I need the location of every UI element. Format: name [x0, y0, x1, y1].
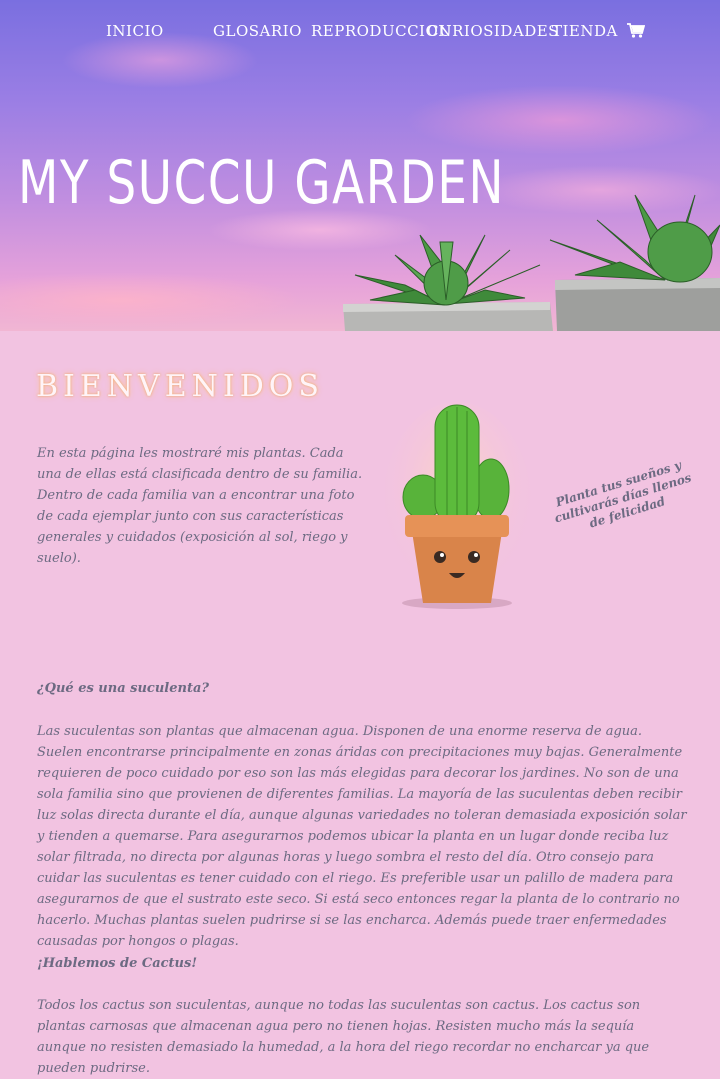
section-body-suculenta: Las suculentas son plantas que almacenan… — [37, 724, 687, 949]
main-content: BIENVENIDOS En esta página les mostraré … — [0, 331, 720, 1077]
nav-item-tienda-label: TIENDA — [552, 22, 618, 40]
succulent-pots-image — [343, 194, 720, 331]
section-title-suculenta: ¿Qué es una suculenta? — [37, 681, 210, 696]
main-nav: INICIO GLOSARIO REPRODUCCION CURIOSIDADE… — [0, 22, 720, 48]
cactus-illustration — [385, 402, 532, 612]
nav-item-glosario[interactable]: GLOSARIO — [213, 22, 302, 40]
intro-text: En esta página les mostraré mis plantas.… — [37, 446, 363, 566]
shopping-cart-icon — [627, 23, 646, 38]
nav-item-curiosidades[interactable]: CURIOSIDADES — [427, 22, 559, 40]
section-title-cactus: ¡Hablemos de Cactus! — [37, 956, 198, 971]
nav-item-inicio[interactable]: INICIO — [106, 22, 164, 40]
hero-banner: INICIO GLOSARIO REPRODUCCION CURIOSIDADE… — [0, 0, 720, 331]
nav-item-tienda[interactable]: TIENDA — [552, 22, 646, 40]
section-body-cactus: Todos los cactus son suculentas, aunque … — [37, 998, 650, 1076]
quote-text: Planta tus sueños y cultivarás días llen… — [552, 457, 693, 531]
welcome-heading: BIENVENIDOS — [36, 369, 324, 404]
